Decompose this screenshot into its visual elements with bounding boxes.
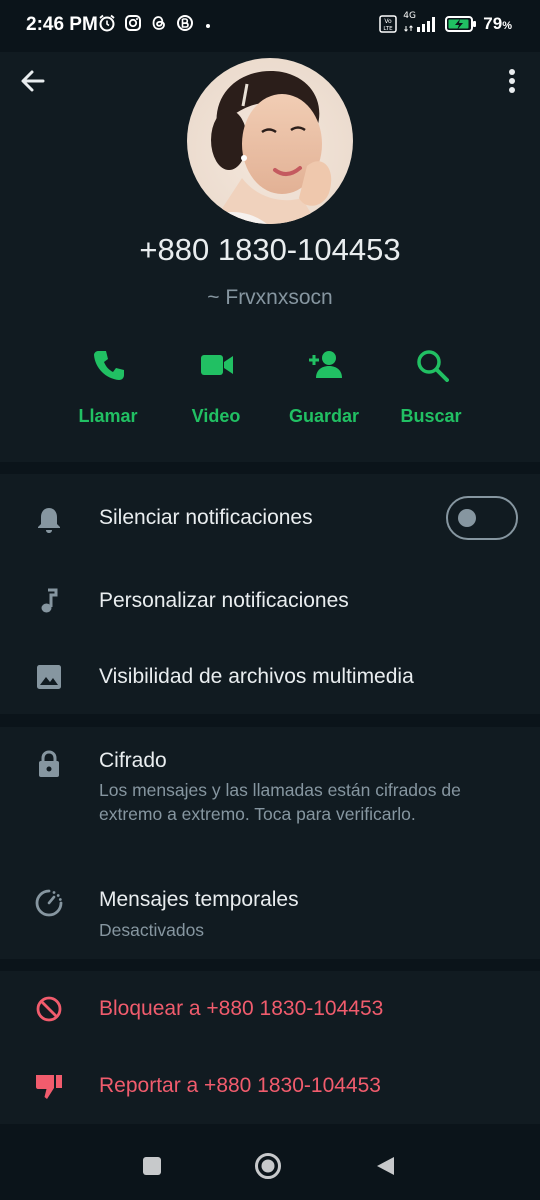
- search-icon: [417, 350, 449, 382]
- custom-notifications-row[interactable]: Personalizar notificaciones: [0, 562, 540, 642]
- back-arrow-icon[interactable]: [18, 66, 48, 96]
- media-visibility-label: Visibilidad de archivos multimedia: [99, 665, 414, 688]
- disappearing-messages-value: Desactivados: [99, 920, 205, 940]
- threads-icon: [152, 16, 165, 30]
- block-row[interactable]: Bloquear a +880 1830-104453: [0, 971, 540, 1047]
- encryption-row[interactable]: Cifrado Los mensajes y las llamadas está…: [0, 727, 540, 857]
- recent-apps-icon[interactable]: [142, 1156, 162, 1176]
- battery-percent: 79%: [483, 14, 512, 33]
- timer-icon: [35, 889, 63, 917]
- status-dot: [206, 24, 210, 28]
- battery-icon: [445, 16, 477, 32]
- contact-header: +880 1830-104453 ~ Frvxnxsocn Llamar Vid…: [0, 52, 540, 462]
- home-icon[interactable]: [254, 1152, 282, 1180]
- encryption-title: Cifrado: [99, 749, 167, 772]
- contact-avatar[interactable]: [187, 58, 353, 224]
- search-label: Buscar: [400, 406, 462, 426]
- custom-notifications-label: Personalizar notificaciones: [99, 589, 349, 612]
- status-bar: 2:46 PM Vo LTE 4G 79%: [0, 0, 540, 52]
- disappearing-messages-row[interactable]: Mensajes temporales Desactivados: [0, 860, 540, 959]
- business-icon: [177, 15, 193, 31]
- back-nav-icon[interactable]: [374, 1155, 396, 1177]
- disappearing-messages-title: Mensajes temporales: [99, 888, 299, 911]
- instagram-icon: [125, 15, 141, 31]
- thumbs-down-icon: [36, 1075, 62, 1099]
- image-icon: [37, 665, 61, 689]
- svg-text:Vo: Vo: [385, 18, 393, 25]
- system-nav-bar: [0, 1124, 540, 1200]
- svg-text:LTE: LTE: [384, 26, 394, 32]
- report-row[interactable]: Reportar a +880 1830-104453: [0, 1047, 540, 1124]
- call-button[interactable]: Llamar: [54, 342, 162, 432]
- volte-icon: Vo LTE: [379, 15, 398, 33]
- status-time: 2:46 PM: [26, 14, 98, 35]
- mute-toggle-knob: [458, 509, 476, 527]
- media-visibility-row[interactable]: Visibilidad de archivos multimedia: [0, 642, 540, 714]
- save-contact-button[interactable]: Guardar: [270, 342, 378, 432]
- mute-notifications-label: Silenciar notificaciones: [99, 506, 313, 529]
- encryption-description: Los mensajes y las llamadas están cifrad…: [99, 780, 461, 824]
- quick-actions: Llamar Video Guardar Buscar: [0, 342, 540, 442]
- contact-push-name: ~ Frvxnxsocn: [207, 286, 333, 309]
- phone-icon: [94, 351, 124, 380]
- video-button[interactable]: Video: [162, 342, 270, 432]
- mute-toggle[interactable]: [446, 496, 518, 540]
- video-camera-icon: [201, 355, 233, 375]
- block-icon: [36, 996, 62, 1022]
- lock-icon: [39, 750, 59, 777]
- alarm-icon: [99, 14, 115, 32]
- contact-info-screen: 2:46 PM Vo LTE 4G 79% +880 1830-104453 ~…: [0, 0, 540, 1200]
- block-label: Bloquear a +880 1830-104453: [99, 997, 384, 1020]
- video-label: Video: [191, 406, 241, 426]
- music-note-icon: [41, 588, 58, 613]
- search-button[interactable]: Buscar: [377, 342, 485, 432]
- more-options-icon[interactable]: [506, 66, 518, 96]
- call-label: Llamar: [78, 406, 138, 426]
- add-contact-icon: [309, 351, 342, 378]
- report-label: Reportar a +880 1830-104453: [99, 1074, 381, 1097]
- signal-icon: 4G: [403, 11, 439, 33]
- save-label: Guardar: [288, 406, 360, 426]
- bell-icon: [38, 508, 60, 533]
- contact-phone: +880 1830-104453: [139, 232, 401, 267]
